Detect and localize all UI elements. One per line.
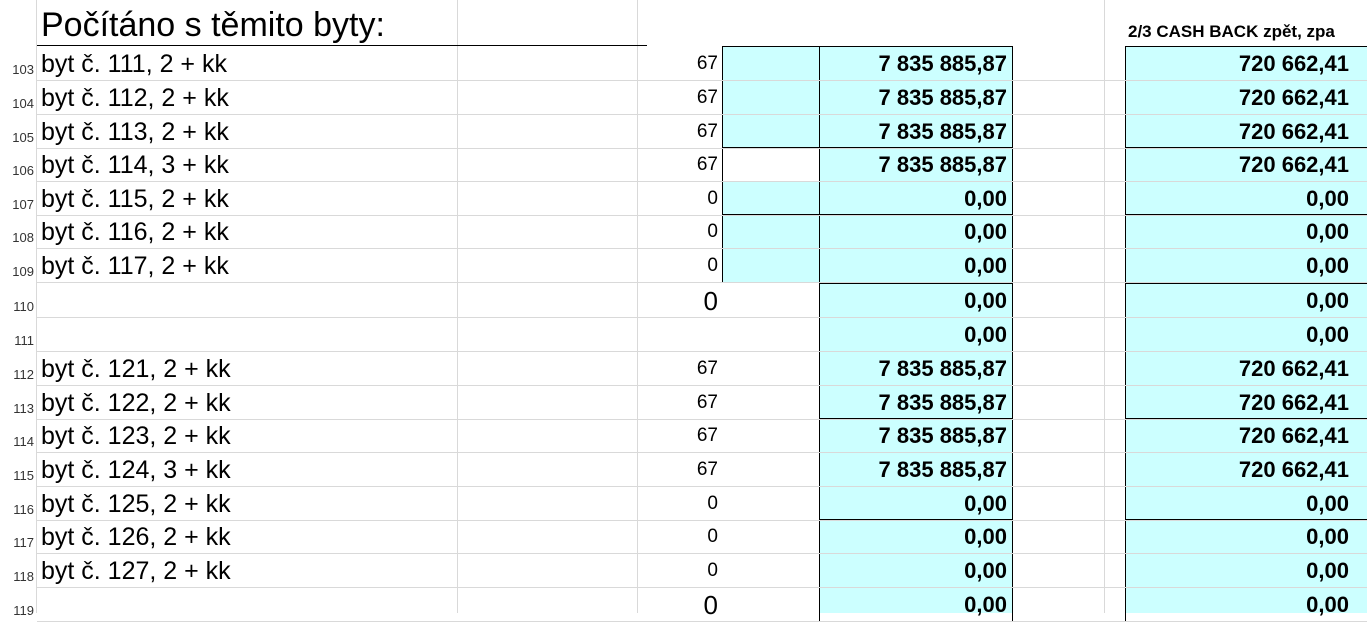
cashback-cell[interactable]: 0,00 xyxy=(1126,487,1349,521)
count-cell[interactable]: 0 xyxy=(648,249,718,283)
price-cell[interactable]: 0,00 xyxy=(820,487,1007,521)
row-number[interactable]: 113 xyxy=(0,386,36,420)
count-fill-border xyxy=(722,248,820,283)
count-fill-border xyxy=(722,114,820,149)
price-cell[interactable]: 0,00 xyxy=(820,182,1007,216)
row-number[interactable]: 117 xyxy=(0,520,36,554)
row-number[interactable]: 109 xyxy=(0,249,36,283)
count-fill-border xyxy=(722,181,820,216)
row-number[interactable]: 115 xyxy=(0,453,36,487)
cashback-cell[interactable]: 0,00 xyxy=(1126,554,1349,588)
count-cell[interactable]: 67 xyxy=(648,115,718,149)
price-cell[interactable]: 7 835 885,87 xyxy=(820,148,1007,182)
count-cell[interactable]: 67 xyxy=(648,352,718,386)
apartment-label-cell[interactable]: byt č. 112, 2 + kk xyxy=(41,81,229,115)
cashback-cell[interactable]: 720 662,41 xyxy=(1126,148,1349,182)
row-number[interactable]: 119 xyxy=(0,588,36,622)
row-number[interactable]: 114 xyxy=(0,419,36,453)
count-cell[interactable]: 67 xyxy=(648,419,718,453)
count-fill-border xyxy=(722,147,820,182)
row-number[interactable]: 107 xyxy=(0,182,36,216)
price-cell[interactable]: 0,00 xyxy=(820,588,1007,622)
price-cell[interactable]: 7 835 885,87 xyxy=(820,115,1007,149)
price-cell[interactable]: 7 835 885,87 xyxy=(820,81,1007,115)
price-cell[interactable]: 7 835 885,87 xyxy=(820,47,1007,81)
count-cell[interactable]: 0 xyxy=(648,520,718,554)
count-fill-border xyxy=(722,214,820,249)
price-cell[interactable]: 0,00 xyxy=(820,554,1007,588)
cashback-column-header: 2/3 CASH BACK zpět, zpa xyxy=(1128,22,1335,41)
count-cell[interactable]: 0 xyxy=(648,182,718,216)
apartment-label-cell[interactable]: byt č. 123, 2 + kk xyxy=(41,419,231,453)
cashback-cell[interactable]: 720 662,41 xyxy=(1126,453,1349,487)
count-cell[interactable]: 0 xyxy=(648,487,718,521)
count-cell[interactable]: 67 xyxy=(648,148,718,182)
row-number[interactable]: 104 xyxy=(0,81,36,115)
row-number[interactable]: 112 xyxy=(0,352,36,386)
row-number[interactable]: 103 xyxy=(0,47,36,81)
price-cell[interactable]: 7 835 885,87 xyxy=(820,386,1007,420)
row-number[interactable]: 106 xyxy=(0,148,36,182)
apartment-label-cell[interactable]: byt č. 121, 2 + kk xyxy=(41,352,231,386)
count-cell[interactable]: 67 xyxy=(648,386,718,420)
cashback-cell[interactable]: 720 662,41 xyxy=(1126,115,1349,149)
price-cell[interactable]: 0,00 xyxy=(820,520,1007,554)
sheet-title: Počítáno s těmito byty: xyxy=(41,6,385,44)
count-cell[interactable]: 0 xyxy=(648,284,718,318)
cashback-cell[interactable]: 0,00 xyxy=(1126,249,1349,283)
price-cell[interactable]: 7 835 885,87 xyxy=(820,453,1007,487)
cashback-cell[interactable]: 0,00 xyxy=(1126,588,1349,622)
count-cell[interactable]: 0 xyxy=(648,215,718,249)
cashback-cell[interactable]: 720 662,41 xyxy=(1126,386,1349,420)
apartment-label-cell[interactable]: byt č. 124, 3 + kk xyxy=(41,453,231,487)
price-cell[interactable]: 7 835 885,87 xyxy=(820,352,1007,386)
cashback-cell[interactable]: 0,00 xyxy=(1126,318,1349,352)
cashback-cell[interactable]: 720 662,41 xyxy=(1126,352,1349,386)
count-cell[interactable]: 67 xyxy=(648,47,718,81)
row-number[interactable]: 110 xyxy=(0,284,36,318)
apartment-label-cell[interactable]: byt č. 126, 2 + kk xyxy=(41,520,231,554)
price-cell[interactable]: 7 835 885,87 xyxy=(820,419,1007,453)
apartment-label-cell[interactable]: byt č. 117, 2 + kk xyxy=(41,249,229,283)
row-number[interactable]: 111 xyxy=(0,318,36,352)
column-divider xyxy=(637,0,638,613)
row-header-divider xyxy=(36,0,37,613)
apartment-label-cell[interactable]: byt č. 111, 2 + kk xyxy=(41,47,227,81)
row-number[interactable]: 108 xyxy=(0,215,36,249)
count-cell[interactable]: 0 xyxy=(648,588,718,622)
column-divider xyxy=(457,0,458,613)
row-number[interactable]: 118 xyxy=(0,554,36,588)
apartment-label-cell[interactable]: byt č. 114, 3 + kk xyxy=(41,148,229,182)
count-cell[interactable]: 67 xyxy=(648,453,718,487)
apartment-label-cell[interactable]: byt č. 116, 2 + kk xyxy=(41,215,229,249)
apartment-label-cell[interactable]: byt č. 115, 2 + kk xyxy=(41,182,229,216)
cashback-cell[interactable]: 0,00 xyxy=(1126,520,1349,554)
row-number[interactable]: 105 xyxy=(0,115,36,149)
price-cell[interactable]: 0,00 xyxy=(820,215,1007,249)
spreadsheet-grid[interactable]: Počítáno s těmito byty: 2/3 CASH BACK zp… xyxy=(0,0,1367,622)
price-cell[interactable]: 0,00 xyxy=(820,249,1007,283)
cashback-cell[interactable]: 0,00 xyxy=(1126,182,1349,216)
cashback-cell[interactable]: 720 662,41 xyxy=(1126,47,1349,81)
apartment-label-cell[interactable]: byt č. 122, 2 + kk xyxy=(41,386,231,420)
cashback-cell[interactable]: 720 662,41 xyxy=(1126,81,1349,115)
row-number[interactable]: 116 xyxy=(0,487,36,521)
price-cell[interactable]: 0,00 xyxy=(820,318,1007,352)
apartment-label-cell[interactable]: byt č. 113, 2 + kk xyxy=(41,115,229,149)
price-cell[interactable]: 0,00 xyxy=(820,284,1007,318)
count-fill-border xyxy=(722,46,820,81)
cashback-cell[interactable]: 0,00 xyxy=(1126,215,1349,249)
count-cell[interactable]: 0 xyxy=(648,554,718,588)
cashback-cell[interactable]: 720 662,41 xyxy=(1126,419,1349,453)
cashback-cell[interactable]: 0,00 xyxy=(1126,284,1349,318)
count-cell[interactable]: 67 xyxy=(648,81,718,115)
title-underline xyxy=(37,45,647,46)
column-divider xyxy=(1104,0,1105,613)
apartment-label-cell[interactable]: byt č. 127, 2 + kk xyxy=(41,554,231,588)
count-fill-border xyxy=(722,80,820,115)
apartment-label-cell[interactable]: byt č. 125, 2 + kk xyxy=(41,487,231,521)
